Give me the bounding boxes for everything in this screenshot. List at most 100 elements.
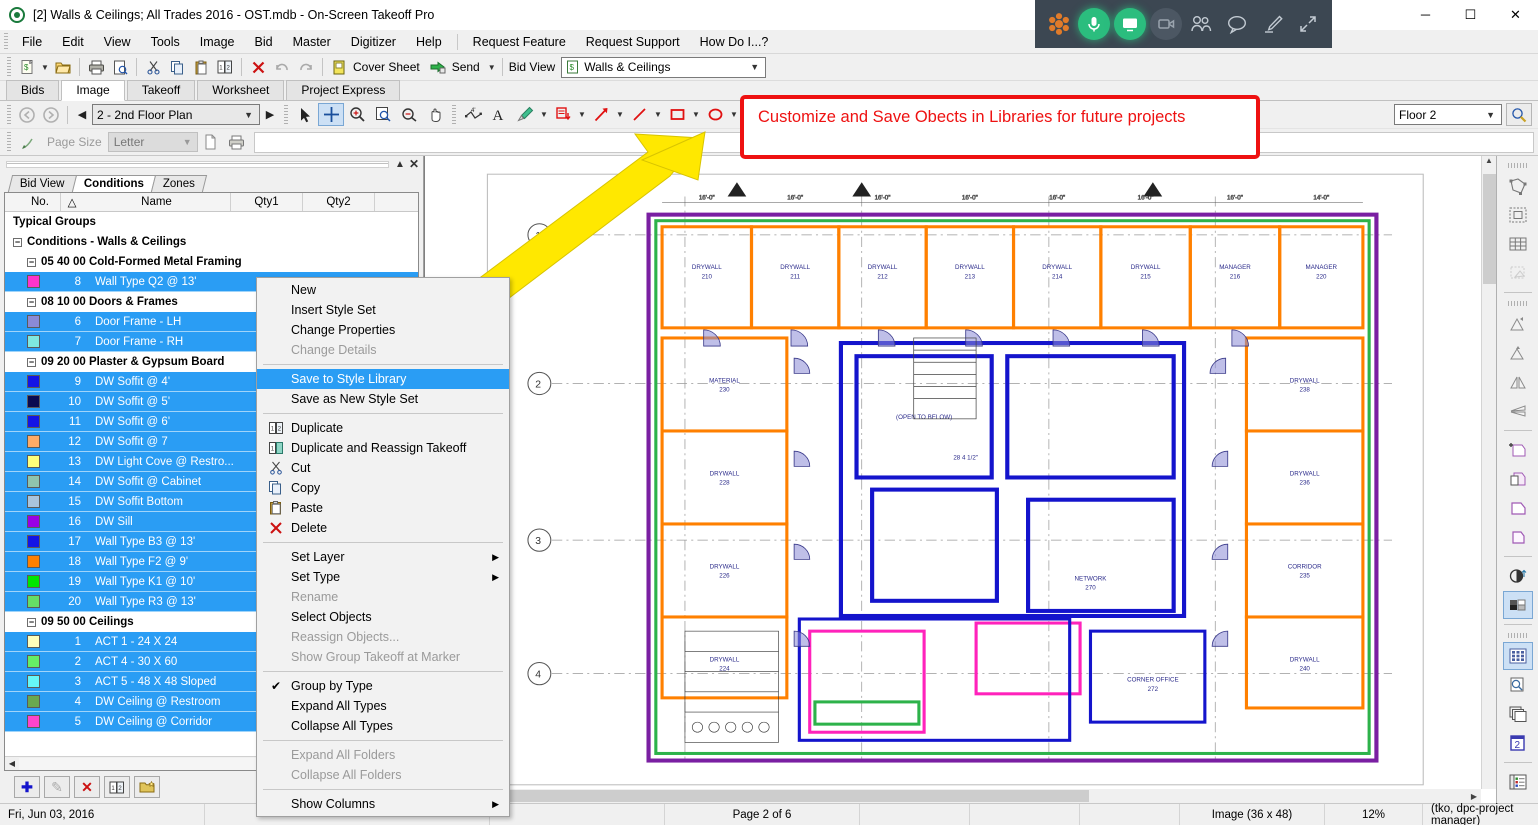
menu-item-select-objects[interactable]: Select Objects	[257, 607, 509, 627]
column-header-name[interactable]: Name	[83, 193, 231, 211]
menu-master[interactable]: Master	[283, 32, 341, 52]
cut-icon[interactable]	[141, 56, 165, 78]
menu-request-support[interactable]: Request Support	[576, 32, 690, 52]
layer-combo[interactable]: Floor 2 ▼	[1394, 104, 1502, 125]
mirror-horizontal-icon[interactable]	[1503, 397, 1533, 425]
new-bid-icon[interactable]: $	[15, 56, 39, 78]
pane-autohide-icon[interactable]: ▲	[393, 159, 407, 170]
scroll-right-icon[interactable]: ▶	[1467, 792, 1481, 801]
add-overlay-icon[interactable]	[1503, 436, 1533, 464]
paste-icon[interactable]	[189, 56, 213, 78]
select-area-icon[interactable]	[1503, 201, 1533, 229]
page-setup-icon[interactable]	[15, 131, 41, 154]
column-header-qty2[interactable]: Qty2	[303, 193, 375, 211]
undo-icon[interactable]	[270, 56, 294, 78]
page-selector-combo[interactable]: 2 - 2nd Floor Plan ▼	[92, 104, 260, 125]
floor-plan-image[interactable]: 1 2 3 4	[425, 156, 1496, 803]
annotate-pen-icon[interactable]	[1257, 8, 1289, 40]
expand-fullscreen-icon[interactable]	[1292, 8, 1324, 40]
new-folder-button[interactable]	[134, 776, 160, 798]
menu-item-insert-style-set[interactable]: Insert Style Set	[257, 300, 509, 320]
edit-condition-button[interactable]: ✎	[44, 776, 70, 798]
tree-expander-icon[interactable]: −	[27, 298, 36, 307]
legend-list-icon[interactable]	[1503, 768, 1533, 796]
canvas-vscrollbar[interactable]: ▲	[1481, 156, 1496, 789]
pan-hand-icon[interactable]	[422, 103, 448, 126]
chat-bubble-icon[interactable]	[1221, 8, 1253, 40]
erase-area-icon[interactable]	[1503, 259, 1533, 287]
print-preview-icon[interactable]	[108, 56, 132, 78]
grid-overlay-icon[interactable]	[1503, 230, 1533, 258]
duplicate-icon[interactable]: 12	[213, 56, 237, 78]
tree-expander-icon[interactable]: −	[27, 258, 36, 267]
color-palette-icon[interactable]	[1503, 591, 1533, 619]
scroll-up-icon[interactable]: ▲	[1482, 156, 1496, 171]
layers-stack-icon[interactable]	[1503, 700, 1533, 728]
tree-expander-icon[interactable]: −	[27, 618, 36, 627]
menu-item-delete[interactable]: Delete	[257, 518, 509, 538]
minimize-button[interactable]: ─	[1403, 0, 1448, 30]
search-page-icon[interactable]	[1503, 671, 1533, 699]
line-dropdown-icon[interactable]: ▼	[652, 104, 664, 126]
menu-item-new[interactable]: New	[257, 280, 509, 300]
rectangle-dropdown-icon[interactable]: ▼	[690, 104, 702, 126]
pane-drag-grip[interactable]	[6, 161, 389, 168]
delete-icon[interactable]	[246, 56, 270, 78]
menu-digitizer[interactable]: Digitizer	[341, 32, 406, 52]
pane-tab-conditions[interactable]: Conditions	[71, 175, 155, 192]
highlighter-dropdown-icon[interactable]: ▼	[538, 104, 550, 126]
forward-nav-icon[interactable]	[39, 104, 63, 126]
menu-item-group-by-type[interactable]: ✔Group by Type	[257, 676, 509, 696]
new-bid-dropdown-icon[interactable]: ▼	[39, 56, 51, 78]
flip-up-left-icon[interactable]	[1503, 310, 1533, 338]
menu-item-save-to-style-library[interactable]: Save to Style Library	[257, 369, 509, 389]
print-page-icon[interactable]	[224, 131, 250, 154]
menu-item-show-columns[interactable]: Show Columns▶	[257, 794, 509, 814]
polygon-shape-icon[interactable]	[1503, 172, 1533, 200]
scroll-left-icon[interactable]: ◀	[5, 759, 19, 768]
rectangle-tool-icon[interactable]	[664, 103, 690, 126]
next-page-button[interactable]: ▶	[260, 104, 280, 126]
vscroll-thumb[interactable]	[1483, 174, 1496, 284]
pane-close-icon[interactable]: ✕	[407, 157, 421, 171]
microphone-icon[interactable]	[1078, 8, 1110, 40]
menu-file[interactable]: File	[12, 32, 52, 52]
pane-tab-zones[interactable]: Zones	[150, 175, 206, 192]
menu-image[interactable]: Image	[190, 32, 245, 52]
menu-item-duplicate-and-reassign-takeoff[interactable]: 1Duplicate and Reassign Takeoff	[257, 438, 509, 458]
prev-page-button[interactable]: ◀	[72, 104, 92, 126]
duplicate-condition-button[interactable]: 12	[104, 776, 130, 798]
pane-tab-bid-view[interactable]: Bid View	[8, 175, 77, 192]
tab-worksheet[interactable]: Worksheet	[197, 80, 284, 100]
mirror-vertical-icon[interactable]	[1503, 368, 1533, 396]
column-header-qty1[interactable]: Qty1	[231, 193, 303, 211]
compare-overlay-icon[interactable]	[1503, 465, 1533, 493]
menu-bid[interactable]: Bid	[245, 32, 283, 52]
layer-settings-icon[interactable]	[1506, 103, 1532, 126]
arrow-tool-icon[interactable]	[588, 103, 614, 126]
note-dropdown-icon[interactable]: ▼	[576, 104, 588, 126]
menu-view[interactable]: View	[94, 32, 141, 52]
tree-expander-icon[interactable]: −	[13, 238, 22, 247]
ellipse-tool-icon[interactable]	[702, 103, 728, 126]
drawing-canvas[interactable]: 1 2 3 4	[424, 156, 1496, 803]
flip-up-right-icon[interactable]	[1503, 339, 1533, 367]
menu-item-set-layer[interactable]: Set Layer▶	[257, 547, 509, 567]
menu-how-do-i[interactable]: How Do I...?	[690, 32, 779, 52]
arrow-dropdown-icon[interactable]: ▼	[614, 104, 626, 126]
page-size-combo[interactable]: Letter ▼	[108, 132, 198, 152]
note-tool-icon[interactable]	[550, 103, 576, 126]
cover-sheet-label[interactable]: Cover Sheet	[351, 60, 426, 74]
tree-group-row[interactable]: −Conditions - Walls & Ceilings	[5, 232, 418, 252]
single-overlay-icon[interactable]	[1503, 523, 1533, 551]
menu-edit[interactable]: Edit	[52, 32, 94, 52]
redo-icon[interactable]	[294, 56, 318, 78]
chevron-down-icon[interactable]: ▼	[1480, 110, 1501, 120]
dimension-tool-icon[interactable]: 4'	[460, 103, 486, 126]
ellipse-dropdown-icon[interactable]: ▼	[728, 104, 740, 126]
menu-item-cut[interactable]: Cut	[257, 458, 509, 478]
menu-tools[interactable]: Tools	[141, 32, 190, 52]
hscroll-thumb[interactable]	[489, 790, 1089, 802]
back-nav-icon[interactable]	[15, 104, 39, 126]
participants-icon[interactable]	[1185, 8, 1217, 40]
